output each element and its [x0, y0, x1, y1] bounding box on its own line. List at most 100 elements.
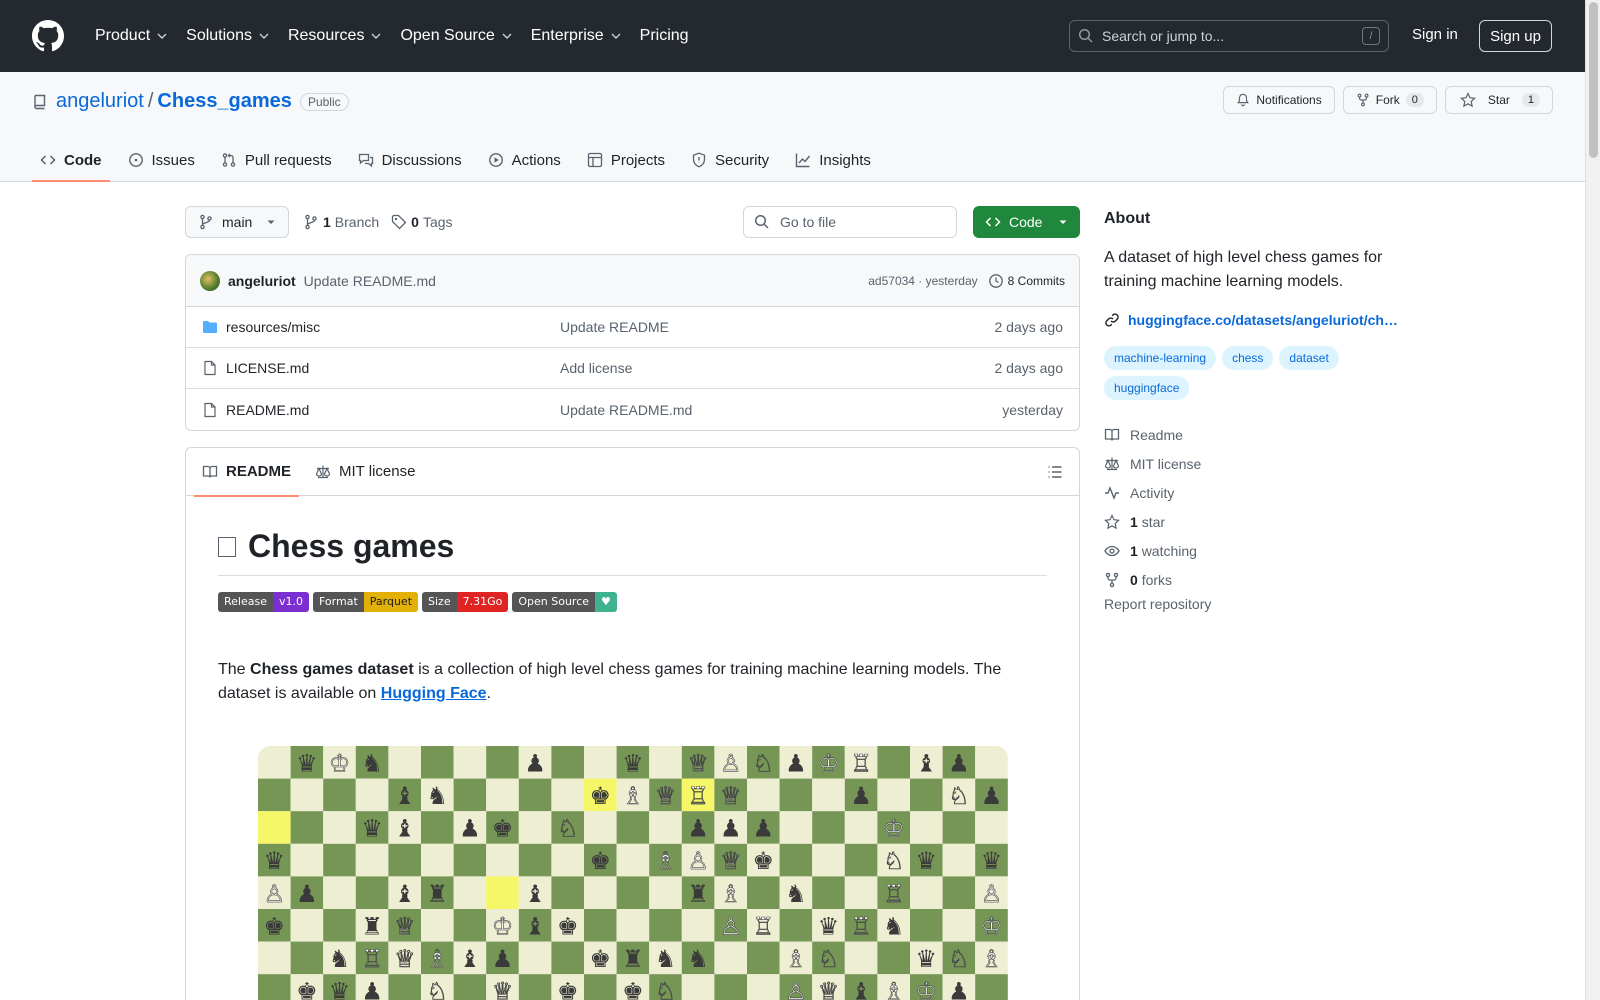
- report-repository-link[interactable]: Report repository: [1104, 596, 1404, 612]
- board-square: [812, 876, 845, 909]
- tab-label: Issues: [151, 151, 195, 169]
- chess-piece-icon: ♙: [785, 978, 807, 1000]
- scrollbar-thumb[interactable]: [1589, 2, 1598, 158]
- repo-name-link[interactable]: Chess_games: [157, 90, 292, 113]
- nav-pricing[interactable]: Pricing: [631, 20, 698, 52]
- board-square: [258, 811, 291, 844]
- board-square: [649, 876, 682, 909]
- board-square: [877, 778, 910, 812]
- branches-link[interactable]: 1 Branch: [303, 214, 379, 230]
- tab-projects[interactable]: Projects: [579, 138, 673, 182]
- nav-resources[interactable]: Resources: [279, 20, 391, 52]
- repo-owner-link[interactable]: angeluriot: [56, 90, 144, 113]
- readme-link[interactable]: Readme: [1104, 420, 1404, 449]
- law-icon: [315, 465, 331, 478]
- chess-piece-icon: ♚: [590, 847, 612, 875]
- chess-piece-icon: ♝: [394, 880, 416, 908]
- law-icon: [1104, 457, 1120, 470]
- sign-up-button[interactable]: Sign up: [1479, 20, 1552, 52]
- board-square: [388, 974, 421, 1000]
- open-source-badge[interactable]: Open Source ♥: [512, 592, 617, 612]
- watchers-link[interactable]: 1 watching: [1104, 536, 1404, 565]
- list-outline-icon[interactable]: [1047, 464, 1063, 480]
- chess-piece-icon: ♞: [785, 880, 807, 908]
- board-square: [290, 909, 324, 942]
- topic-tag[interactable]: chess: [1222, 346, 1274, 370]
- nav-enterprise[interactable]: Enterprise: [522, 20, 631, 52]
- file-commit-message[interactable]: Update README: [560, 319, 669, 335]
- tab-actions[interactable]: Actions: [480, 138, 569, 182]
- tab-security[interactable]: Security: [683, 138, 777, 182]
- avatar[interactable]: [200, 270, 220, 291]
- tab-insights[interactable]: Insights: [787, 138, 879, 182]
- tab-code[interactable]: Code: [32, 138, 110, 182]
- go-to-file-input[interactable]: Go to file: [743, 206, 957, 238]
- topic-tag[interactable]: huggingface: [1104, 376, 1190, 400]
- readme-tabs: README MIT license: [186, 448, 1079, 497]
- board-square: [714, 941, 747, 975]
- tab-discussions[interactable]: Discussions: [350, 138, 470, 182]
- file-name-link[interactable]: README.md: [226, 402, 560, 418]
- format-badge[interactable]: Format Parquet: [313, 592, 419, 612]
- nav-open-source[interactable]: Open Source: [391, 20, 521, 52]
- tag-count: 0: [411, 214, 419, 230]
- board-square: [518, 941, 552, 975]
- table-row[interactable]: resources/misc Update README 2 days ago: [186, 307, 1079, 348]
- tags-link[interactable]: 0 Tags: [391, 214, 453, 230]
- topic-tag[interactable]: machine-learning: [1104, 346, 1217, 370]
- tab-label: Pull requests: [244, 151, 332, 169]
- page-scrollbar[interactable]: [1585, 0, 1600, 1000]
- forks-link[interactable]: 0 forks: [1104, 565, 1404, 594]
- board-square: [518, 811, 552, 844]
- chess-piece-icon: ♘: [753, 749, 775, 777]
- file-name-link[interactable]: resources/misc: [226, 319, 560, 335]
- license-link[interactable]: MIT license: [1104, 449, 1404, 478]
- code-icon: [985, 217, 1001, 227]
- topic-tag[interactable]: dataset: [1279, 346, 1339, 370]
- nav-product[interactable]: Product: [86, 20, 177, 52]
- size-badge[interactable]: Size 7.31Go: [422, 592, 509, 612]
- chess-piece-icon: ♚: [264, 912, 286, 940]
- fork-button[interactable]: Fork 0: [1342, 86, 1437, 114]
- chess-piece-icon: ♝: [524, 880, 546, 908]
- hugging-face-link[interactable]: Hugging Face: [381, 685, 487, 702]
- commits-link[interactable]: 8 Commits: [988, 273, 1065, 289]
- file-name-link[interactable]: LICENSE.md: [226, 360, 560, 376]
- nav-solutions[interactable]: Solutions: [177, 20, 279, 52]
- board-square: [779, 778, 813, 812]
- file-commit-message[interactable]: Update README.md: [560, 402, 692, 418]
- homepage-link[interactable]: huggingface.co/datasets/angeluriot/ch…: [1104, 312, 1404, 328]
- star-button[interactable]: Star 1: [1444, 86, 1553, 114]
- commit-author-link[interactable]: angeluriot: [228, 273, 296, 289]
- stars-link[interactable]: 1 star: [1104, 507, 1404, 536]
- file-date: 2 days ago: [994, 319, 1064, 335]
- sign-in-link[interactable]: Sign in: [1412, 26, 1458, 43]
- notifications-button[interactable]: Notifications: [1223, 86, 1335, 114]
- commit-message-link[interactable]: Update README.md: [304, 273, 436, 289]
- chess-piece-icon: ♛: [916, 945, 938, 973]
- tab-issues[interactable]: Issues: [120, 138, 203, 182]
- table-row[interactable]: README.md Update README.md yesterday: [186, 389, 1079, 430]
- tab-pull-requests[interactable]: Pull requests: [213, 138, 340, 182]
- license-label: MIT license: [1130, 455, 1202, 472]
- tab-label: Discussions: [381, 151, 462, 169]
- commit-meta: ad57034 · yesterday 8 Commits: [868, 273, 1065, 289]
- search-input[interactable]: Search or jump to... /: [1069, 20, 1389, 52]
- chess-boards-illustration: ♛ ♔ ♞ ♟ ♛ ♕ ♙ ♘ ♟ ♔ ♖ ♝ ♟ ♝ ♞ ♚ ♗ ♕ ♖ ♕ ♟ ♘ ♟ ♛ ♝ ♟ ♚ ♘ ♟ ♟ ♟ ♔ ♛ ♚ ♗ ♙ ♕ ♚ ♘ ♛…: [258, 746, 1008, 1000]
- heading-anchor-icon[interactable]: [218, 536, 236, 557]
- release-badge[interactable]: Release v1.0: [218, 592, 309, 612]
- tab-license[interactable]: MIT license: [307, 448, 423, 496]
- tab-readme[interactable]: README: [194, 448, 300, 497]
- github-logo-icon[interactable]: [32, 20, 64, 52]
- activity-link[interactable]: Activity: [1104, 478, 1404, 507]
- branch-selector[interactable]: main: [185, 206, 289, 238]
- code-dropdown-button[interactable]: Code: [973, 206, 1080, 238]
- chess-piece-icon: ♟: [753, 815, 775, 843]
- graph-icon: [795, 153, 811, 168]
- file-commit-message[interactable]: Add license: [560, 360, 632, 376]
- commit-hash-time[interactable]: ad57034 · yesterday: [868, 274, 977, 288]
- chess-piece-icon: ♚: [590, 782, 612, 810]
- file-date: yesterday: [1002, 401, 1063, 418]
- table-row[interactable]: LICENSE.md Add license 2 days ago: [186, 348, 1079, 389]
- nav-label: Open Source: [400, 27, 495, 44]
